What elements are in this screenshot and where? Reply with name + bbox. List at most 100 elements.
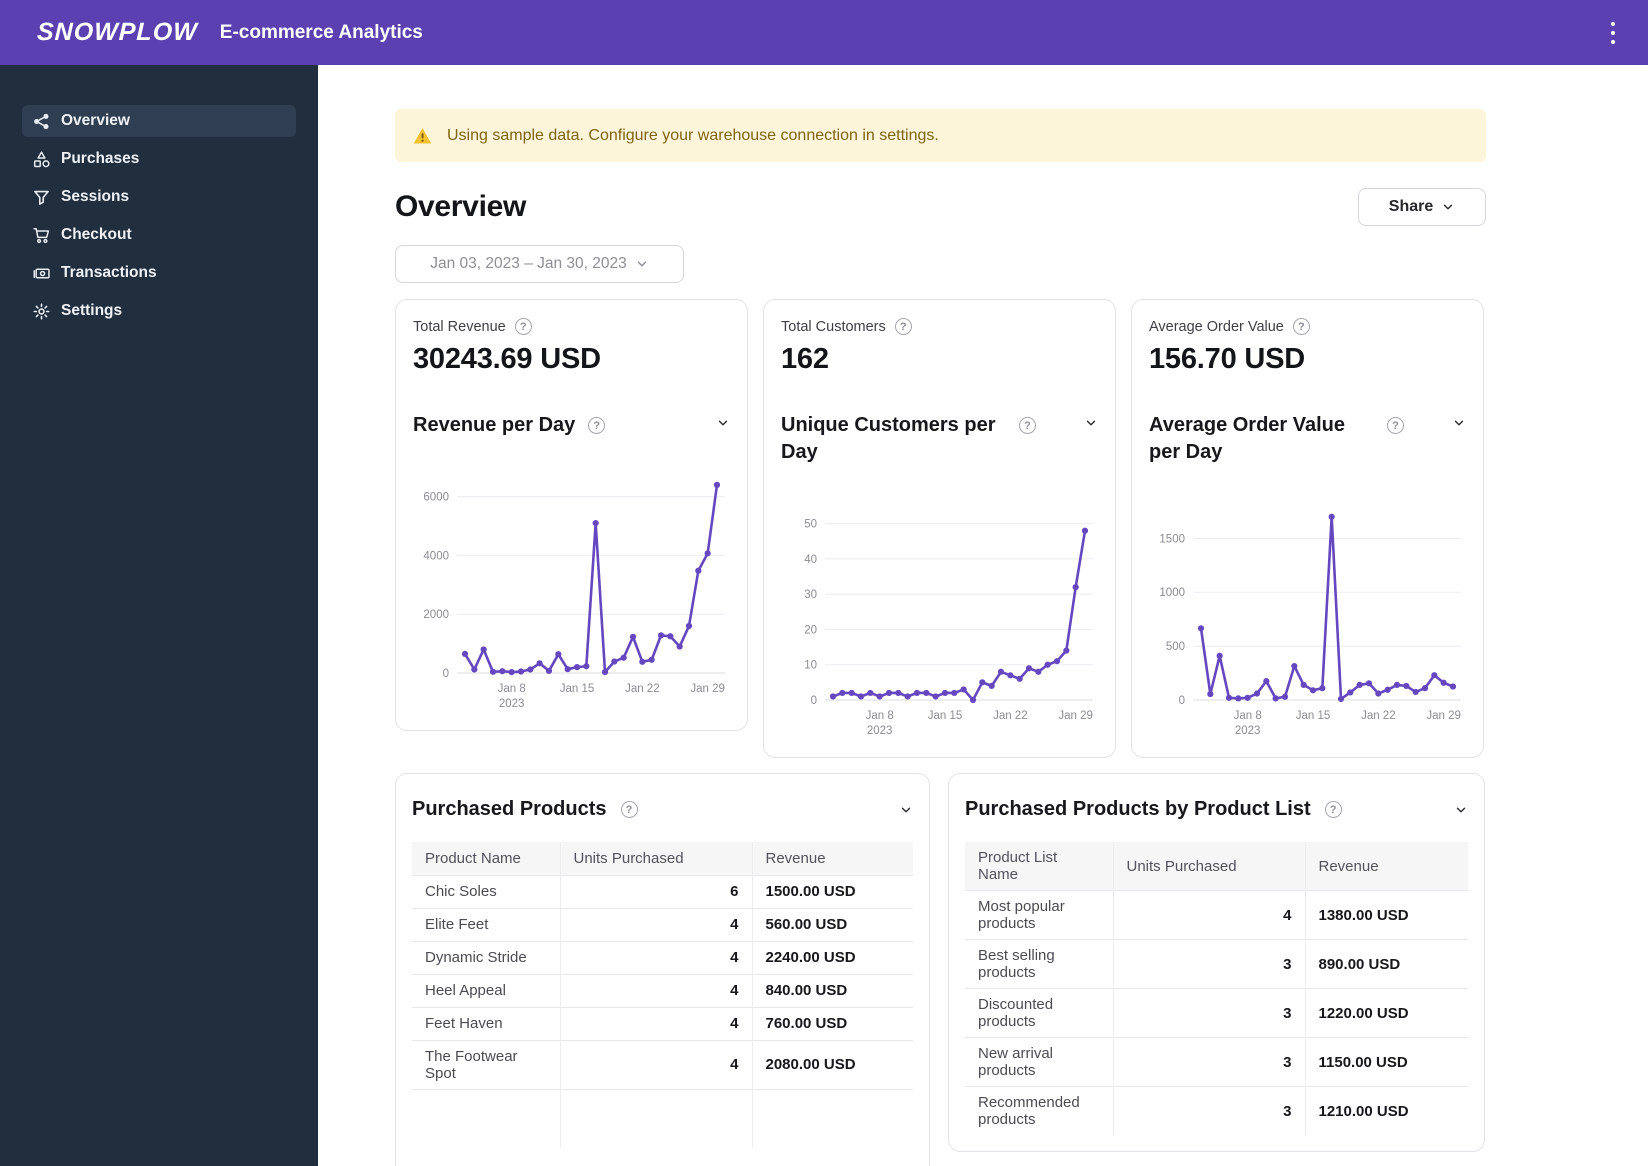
cell-name: Elite Feet: [425, 916, 489, 933]
collapse-chevron-icon[interactable]: [716, 416, 730, 430]
warning-icon: [413, 127, 432, 143]
svg-text:Jan 29: Jan 29: [690, 683, 725, 695]
cell-name: Recommended products: [978, 1094, 1080, 1128]
line-chart: 0 500 1000 1500 Jan 8 2023 Jan 15 Jan 22 Jan 29: [1149, 492, 1466, 749]
chevron-down-icon: [635, 257, 649, 271]
sidebar-item-label: Overview: [61, 112, 130, 129]
metric-value: 162: [781, 343, 829, 375]
collapse-chevron-icon[interactable]: [1084, 416, 1098, 430]
sidebar-item-settings[interactable]: Settings: [22, 295, 296, 327]
collapse-chevron-icon[interactable]: [1454, 803, 1468, 817]
metric-value: 30243.69 USD: [413, 343, 601, 375]
metric-label: Average Order Value: [1149, 318, 1284, 335]
metric-card: Total Customers? 162 Unique Customers per …: [763, 299, 1116, 758]
help-icon[interactable]: ?: [1387, 417, 1404, 434]
svg-text:Jan 15: Jan 15: [1296, 710, 1331, 722]
sidebar-item-checkout[interactable]: Checkout: [22, 219, 296, 251]
kebab-menu-icon[interactable]: [1600, 16, 1626, 50]
date-range-label: Jan 03, 2023 – Jan 30, 2023: [430, 255, 627, 272]
transactions-icon: [33, 265, 50, 282]
cell-name: Discounted products: [978, 996, 1054, 1030]
svg-text:4000: 4000: [423, 550, 449, 562]
sidebar-item-label: Transactions: [61, 264, 157, 281]
data-table: Product Name Units Purchased Revenue Chic S…: [412, 842, 913, 1147]
cell-units: 4: [559, 941, 752, 974]
svg-text:Jan 15: Jan 15: [560, 683, 595, 695]
column-header: Revenue: [751, 842, 913, 875]
purchases-icon: [33, 151, 50, 168]
svg-text:2023: 2023: [867, 725, 893, 737]
sidebar-item-overview[interactable]: Overview: [22, 105, 296, 137]
cell-revenue: 2240.00 USD: [751, 941, 913, 974]
column-header: Product Name: [412, 842, 560, 875]
help-icon[interactable]: ?: [620, 801, 638, 818]
svg-text:0: 0: [1179, 695, 1185, 707]
table-row: Most popular products 4 1380.00 USD: [965, 890, 1468, 940]
cell-revenue: 840.00 USD: [751, 974, 913, 1007]
cell-revenue: 890.00 USD: [1304, 939, 1468, 989]
table-title: Purchased Products by Product List: [965, 798, 1311, 820]
metric-card: Average Order Value? 156.70 USD Average Or…: [1131, 299, 1484, 758]
sidebar-item-sessions[interactable]: Sessions: [22, 181, 296, 213]
sidebar-item-transactions[interactable]: Transactions: [22, 257, 296, 289]
table-card: Purchased Products? Product Name Units Pur…: [395, 773, 930, 1166]
metric-value: 156.70 USD: [1149, 343, 1305, 375]
help-icon[interactable]: ?: [588, 417, 606, 434]
table-row: Best selling products 3 890.00 USD: [965, 939, 1468, 989]
cell-units: 6: [559, 875, 752, 908]
svg-text:Jan 29: Jan 29: [1426, 710, 1461, 722]
table-row: Feet Haven 4 760.00 USD: [412, 1007, 913, 1040]
sidebar-item-label: Settings: [61, 302, 123, 319]
share-label: Share: [1388, 198, 1434, 215]
cell-name: Feet Haven: [425, 1015, 503, 1032]
table-row: New arrival products 3 1150.00 USD: [965, 1037, 1468, 1087]
sessions-icon: [33, 189, 50, 206]
help-icon[interactable]: ?: [1292, 318, 1310, 335]
cell-revenue: 1500.00 USD: [751, 875, 913, 908]
app-header: SNOWPLOW E-commerce Analytics: [0, 0, 1648, 65]
svg-text:Jan 22: Jan 22: [1361, 710, 1396, 722]
cell-units: 4: [1112, 890, 1305, 940]
page-title: Overview: [395, 190, 527, 223]
share-button[interactable]: Share: [1358, 188, 1486, 226]
column-header: Units Purchased: [1112, 842, 1305, 891]
app-title: E-commerce Analytics: [219, 21, 423, 43]
cell-revenue: 1220.00 USD: [1304, 988, 1468, 1038]
date-range-picker[interactable]: Jan 03, 2023 – Jan 30, 2023: [395, 245, 684, 283]
table-row: Dynamic Stride 4 2240.00 USD: [412, 941, 913, 974]
sidebar-item-purchases[interactable]: Purchases: [22, 143, 296, 175]
table-row: Chic Soles 6 1500.00 USD: [412, 875, 913, 908]
main-content: Using sample data. Configure your wareho…: [318, 65, 1648, 1166]
table-title: Purchased Products: [412, 798, 607, 820]
table-row: The Footwear Spot 4 2080.00 USD: [412, 1040, 913, 1089]
svg-text:0: 0: [443, 668, 449, 680]
help-icon[interactable]: ?: [894, 318, 912, 335]
cell-units: 3: [1112, 1037, 1305, 1087]
svg-text:Jan 8: Jan 8: [866, 710, 894, 722]
metric-label: Total Revenue: [413, 318, 506, 335]
checkout-icon: [33, 227, 50, 244]
cell-units: 4: [559, 908, 752, 941]
cell-units: 4: [559, 974, 752, 1007]
svg-text:30: 30: [804, 589, 817, 601]
svg-text:Jan 22: Jan 22: [625, 683, 660, 695]
cell-revenue: 2080.00 USD: [751, 1040, 913, 1089]
banner-text: Using sample data. Configure your wareho…: [447, 126, 939, 144]
cell-name: Chic Soles: [425, 883, 497, 900]
cell-units: 3: [1112, 939, 1305, 989]
sidebar-item-label: Purchases: [61, 150, 140, 167]
chart-title: Revenue per Day: [413, 414, 576, 436]
cell-name: Heel Appeal: [425, 982, 506, 999]
cell-name: New arrival products: [978, 1045, 1054, 1079]
help-icon[interactable]: ?: [1019, 417, 1036, 434]
table-row: Recommended products 3 1210.00 USD: [965, 1086, 1468, 1135]
help-icon[interactable]: ?: [1324, 801, 1342, 818]
help-icon[interactable]: ?: [514, 318, 532, 335]
collapse-chevron-icon[interactable]: [1452, 416, 1466, 430]
svg-text:500: 500: [1166, 641, 1185, 653]
cell-revenue: 760.00 USD: [751, 1007, 913, 1040]
table-row: Heel Appeal 4 840.00 USD: [412, 974, 913, 1007]
svg-text:2000: 2000: [423, 609, 449, 621]
collapse-chevron-icon[interactable]: [899, 803, 913, 817]
svg-text:10: 10: [804, 660, 817, 672]
